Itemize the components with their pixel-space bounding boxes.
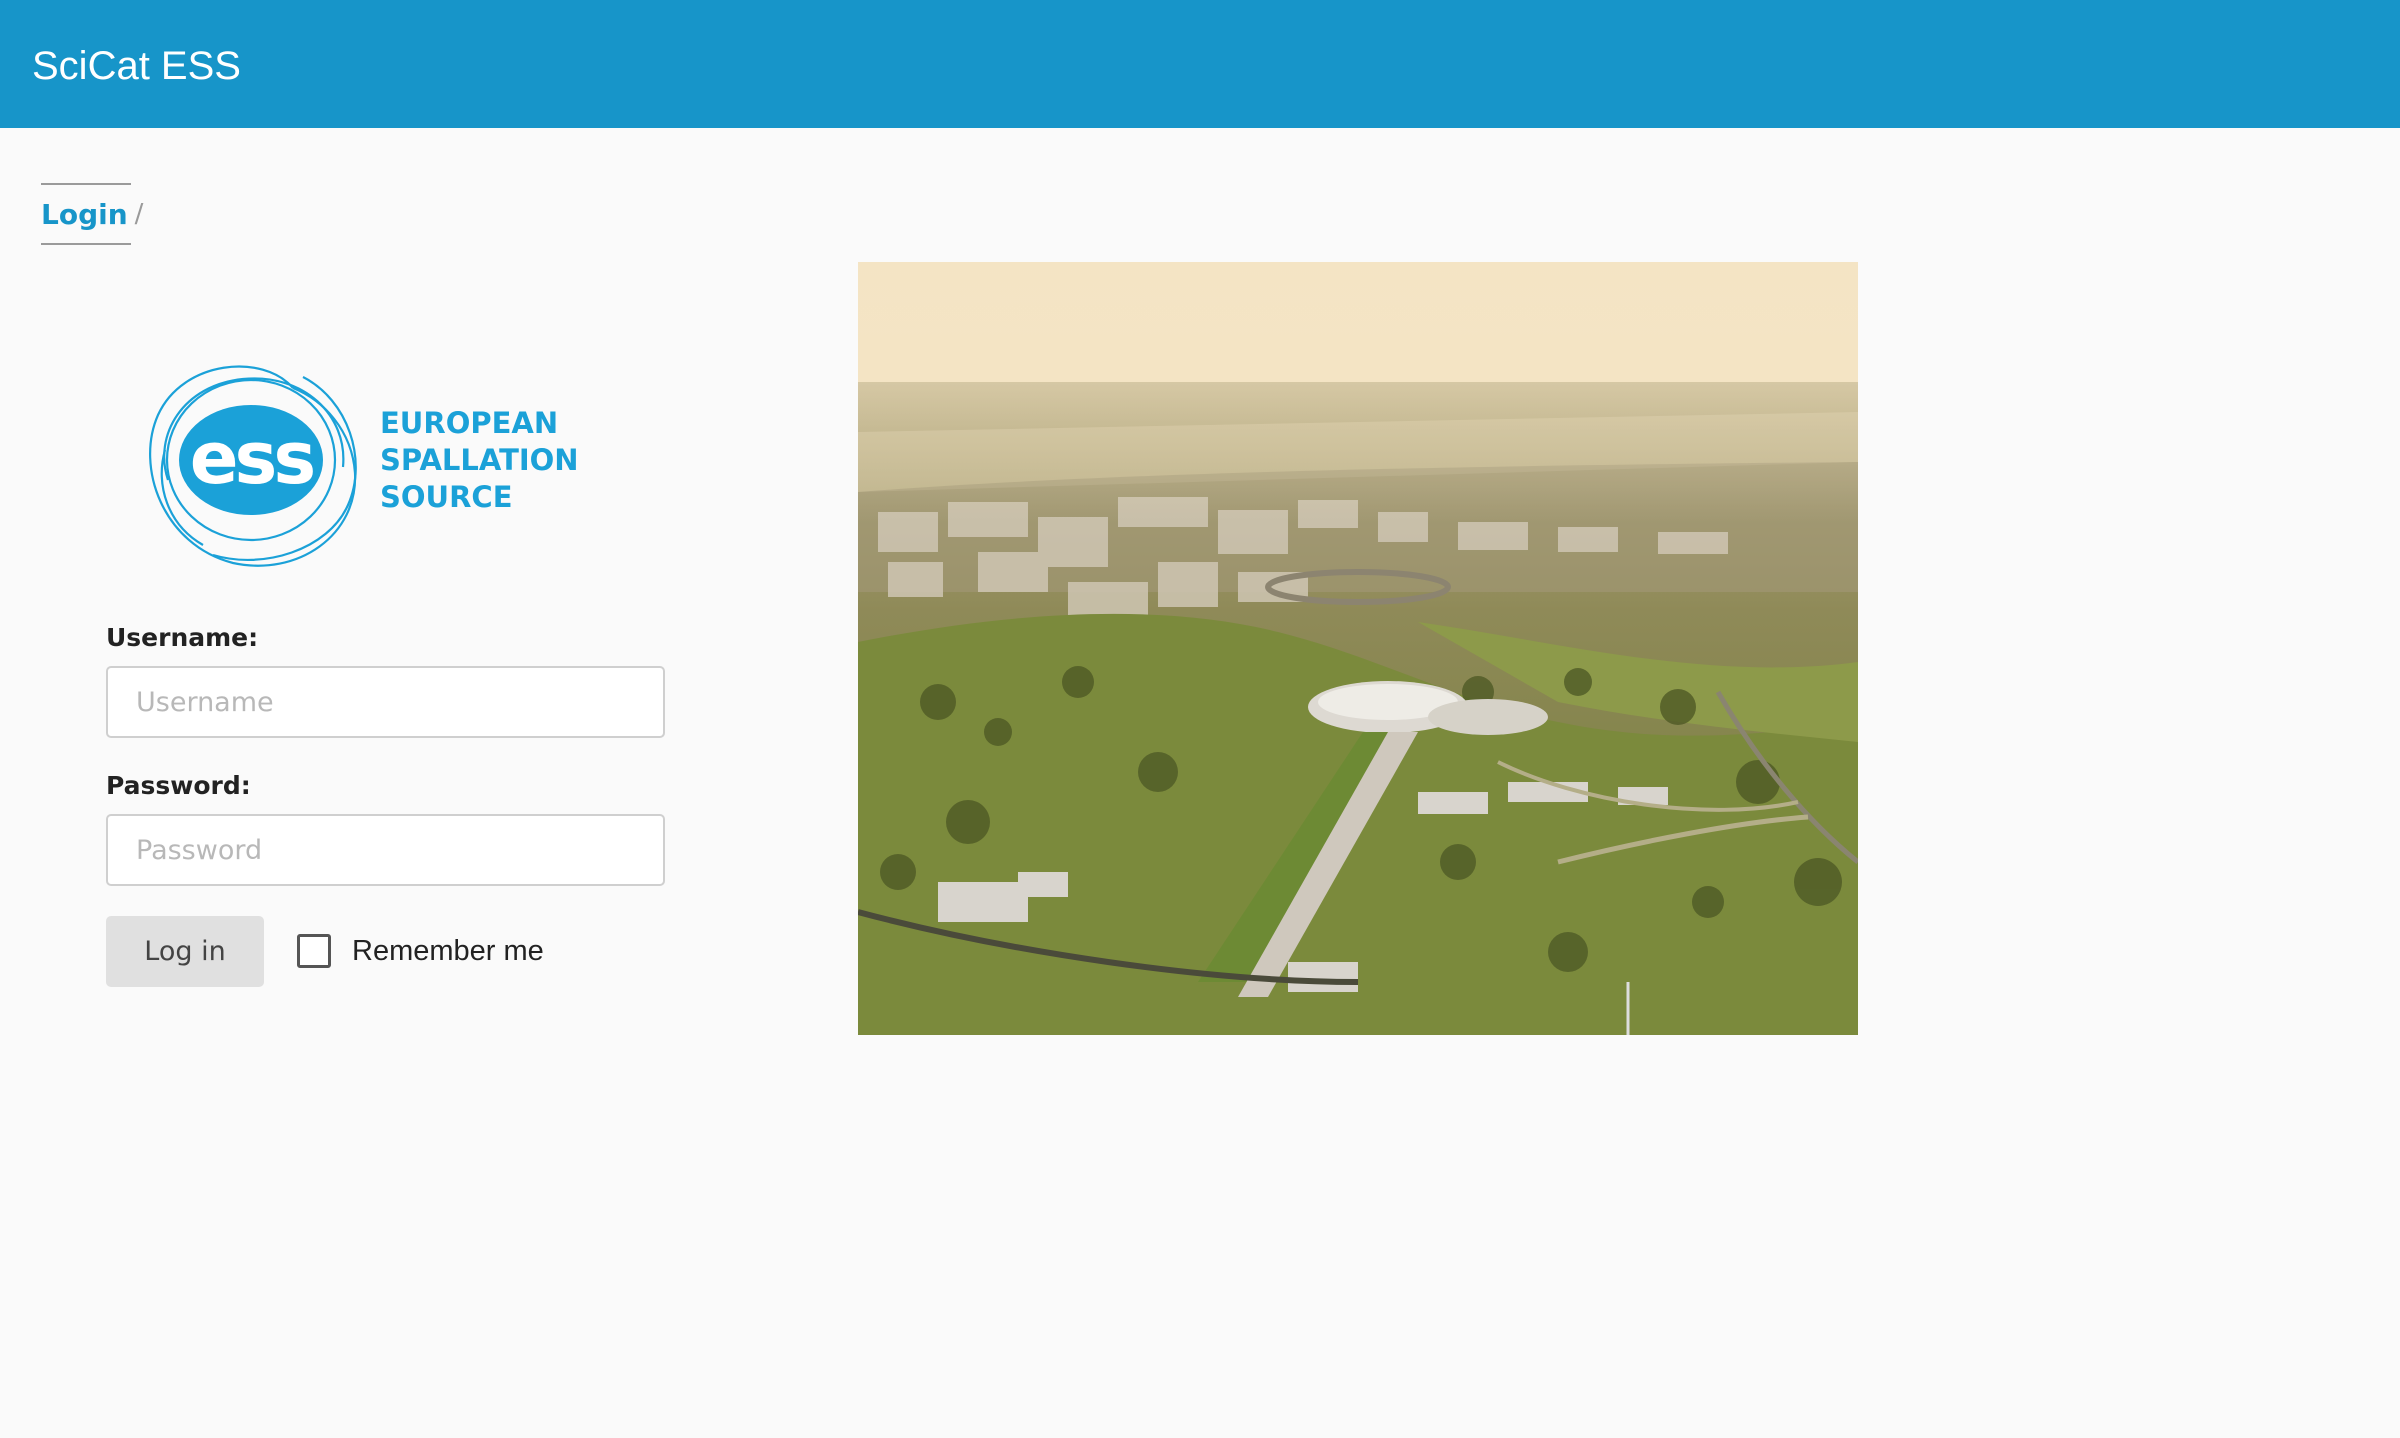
ess-logo: ess EUROPEAN SPALLATION SOURCE	[143, 355, 579, 575]
ess-monogram: ess	[190, 416, 314, 500]
password-input[interactable]	[106, 814, 665, 886]
remember-me[interactable]: Remember me	[297, 934, 544, 968]
app-title[interactable]: SciCat ESS	[32, 42, 241, 90]
username-label: Username:	[106, 623, 259, 652]
ess-logo-mark: ess	[149, 365, 357, 567]
top-toolbar: SciCat ESS	[0, 0, 2400, 128]
logo-line-3: SOURCE	[380, 480, 513, 514]
password-label: Password:	[106, 771, 251, 800]
breadcrumb: Login /	[41, 183, 143, 245]
remember-me-label[interactable]: Remember me	[352, 935, 544, 968]
breadcrumb-login-link[interactable]: Login	[41, 198, 128, 231]
username-input[interactable]	[106, 666, 665, 738]
remember-me-checkbox[interactable]	[297, 934, 331, 968]
logo-line-2: SPALLATION	[380, 443, 579, 477]
logo-wordmark: EUROPEAN SPALLATION SOURCE	[380, 405, 579, 516]
breadcrumb-separator: /	[134, 199, 144, 229]
login-button[interactable]: Log in	[106, 916, 264, 987]
logo-line-1: EUROPEAN	[380, 406, 559, 440]
facility-aerial-photo	[858, 262, 1858, 1035]
